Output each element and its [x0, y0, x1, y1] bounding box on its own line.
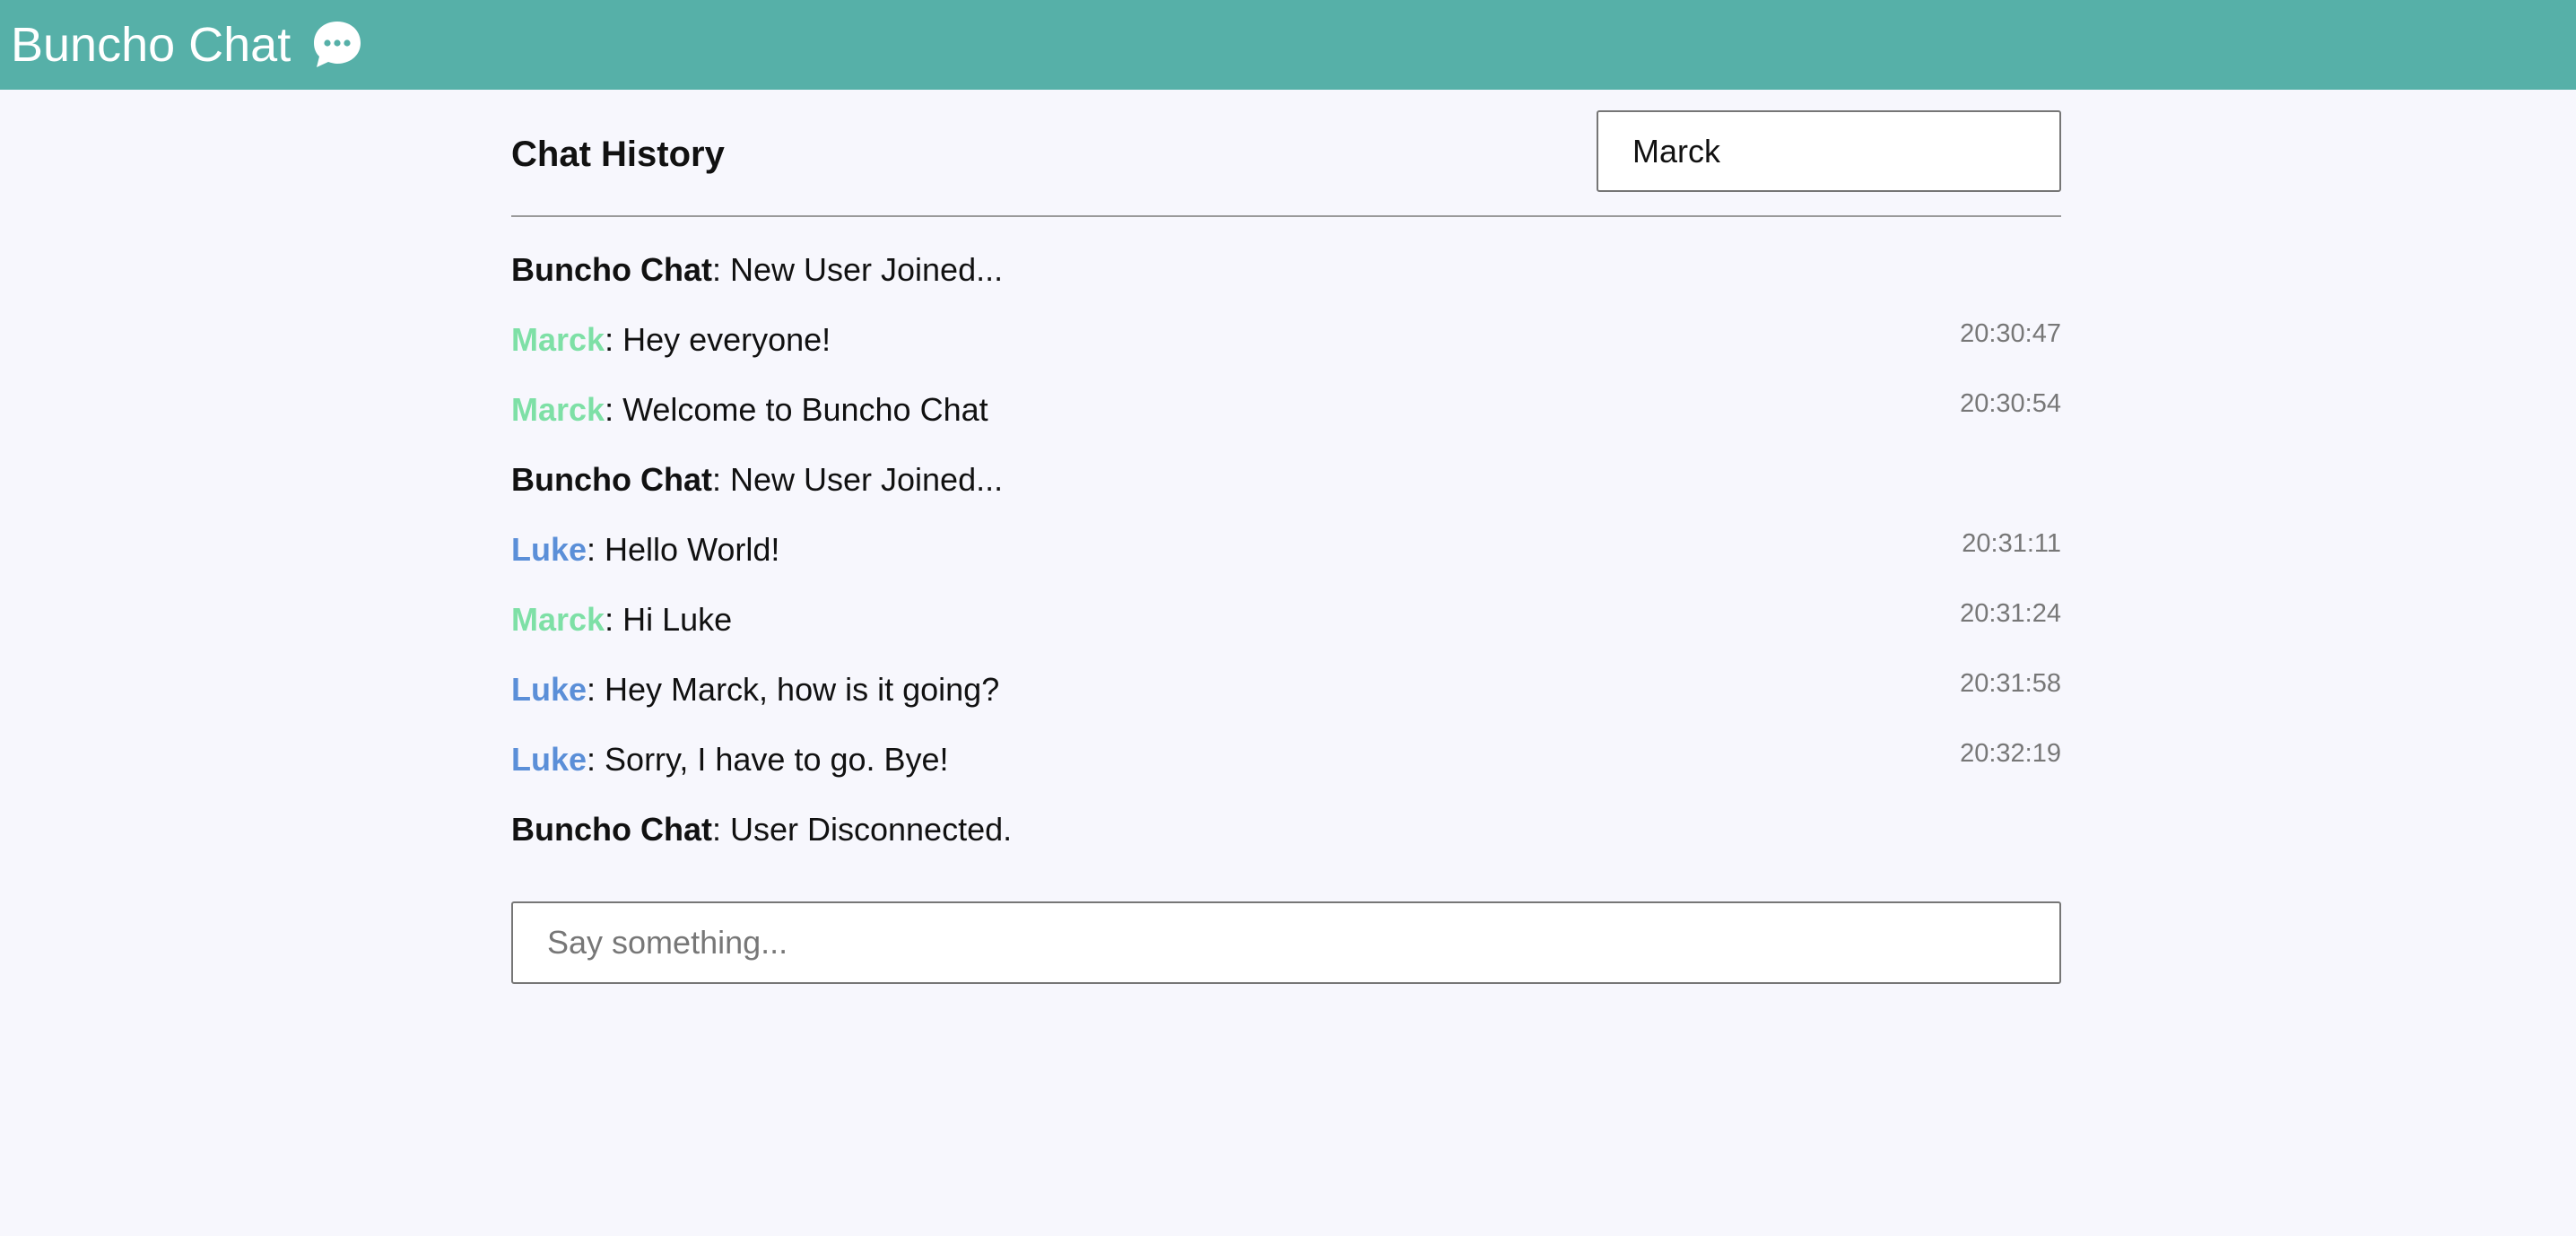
message-time: 20:32:19	[1960, 739, 2061, 768]
chat-panel: Chat History Buncho Chat: New User Joine…	[511, 90, 2061, 984]
message-item: Buncho Chat: User Disconnected.	[511, 795, 2061, 865]
message-body: : Hey everyone!	[605, 321, 831, 358]
app-header: Buncho Chat	[0, 0, 2576, 90]
message-sender: Marck	[511, 321, 605, 358]
message-item: Marck: Welcome to Buncho Chat 20:30:54	[511, 375, 2061, 445]
username-input[interactable]	[1597, 110, 2061, 192]
message-list: Buncho Chat: New User Joined... Marck: H…	[511, 217, 2061, 865]
message-text: Buncho Chat: User Disconnected.	[511, 811, 1012, 849]
message-sender: Marck	[511, 601, 605, 638]
message-sender: Buncho Chat	[511, 461, 712, 498]
message-sender: Luke	[511, 741, 587, 778]
message-item: Luke: Hello World! 20:31:11	[511, 515, 2061, 585]
app-title: Buncho Chat	[11, 18, 292, 72]
chat-history-header: Chat History	[511, 90, 2061, 217]
message-item: Luke: Sorry, I have to go. Bye! 20:32:19	[511, 725, 2061, 795]
message-body: : User Disconnected.	[711, 811, 1013, 848]
message-item: Buncho Chat: New User Joined...	[511, 235, 2061, 305]
message-item: Luke: Hey Marck, how is it going? 20:31:…	[511, 655, 2061, 725]
message-time: 20:30:47	[1960, 319, 2061, 348]
message-sender: Marck	[511, 391, 605, 428]
message-sender: Luke	[511, 531, 587, 568]
message-item: Marck: Hey everyone! 20:30:47	[511, 305, 2061, 375]
message-text: Luke: Hey Marck, how is it going?	[511, 671, 999, 709]
message-item: Buncho Chat: New User Joined...	[511, 445, 2061, 515]
message-time: 20:31:58	[1960, 669, 2061, 698]
message-text: Buncho Chat: New User Joined...	[511, 251, 1003, 289]
message-body: : Hello World!	[587, 531, 780, 568]
message-body: : Welcome to Buncho Chat	[605, 391, 988, 428]
message-sender: Buncho Chat	[511, 251, 712, 288]
message-text: Buncho Chat: New User Joined...	[511, 461, 1003, 499]
message-text: Luke: Hello World!	[511, 531, 779, 569]
message-item: Marck: Hi Luke 20:31:24	[511, 585, 2061, 655]
message-time: 20:31:24	[1960, 599, 2061, 628]
message-body: : New User Joined...	[711, 461, 1004, 498]
chat-history-title: Chat History	[511, 135, 725, 174]
message-body: : Hi Luke	[605, 601, 733, 638]
message-input[interactable]	[511, 901, 2061, 984]
message-text: Marck: Welcome to Buncho Chat	[511, 391, 988, 429]
message-time: 20:30:54	[1960, 389, 2061, 418]
message-text: Luke: Sorry, I have to go. Bye!	[511, 741, 949, 779]
message-text: Marck: Hi Luke	[511, 601, 732, 639]
message-body: : New User Joined...	[711, 251, 1004, 288]
message-text: Marck: Hey everyone!	[511, 321, 831, 359]
message-time: 20:31:11	[1962, 529, 2061, 558]
message-body: : Hey Marck, how is it going?	[587, 671, 1000, 708]
message-body: : Sorry, I have to go. Bye!	[587, 741, 949, 778]
message-sender: Buncho Chat	[511, 811, 712, 848]
chat-bubble-icon	[310, 18, 364, 72]
message-sender: Luke	[511, 671, 587, 708]
